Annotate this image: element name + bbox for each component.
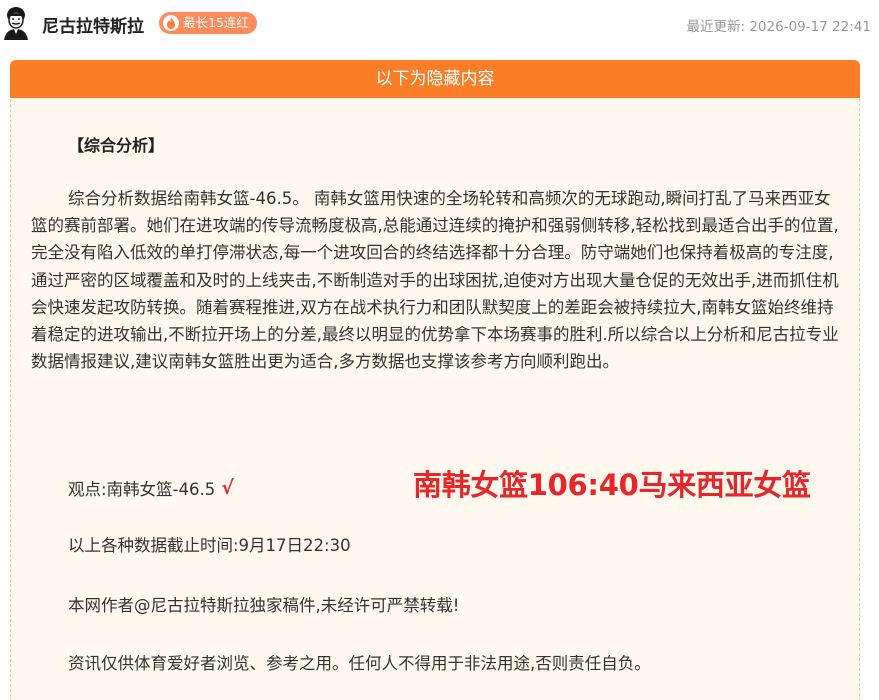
author-name[interactable]: 尼古拉特斯拉 [42, 12, 144, 37]
copyright-notice: 本网作者@尼古拉特斯拉独家稿件,未经许可严禁转载! [68, 596, 460, 615]
data-cutoff-time: 以上各种数据截止时间:9月17日22:30 [68, 536, 351, 555]
avatar-portrait-icon [4, 7, 28, 40]
analysis-paragraph: 综合分析数据给南韩女篮-46.5。 南韩女篮用快速的全场轮转和高频次的无球跑动,… [31, 189, 839, 372]
disclaimer: 资讯仅供体育爱好者浏览、参考之用。任何人不得用于非法用途,否则责任自负。 [68, 654, 651, 673]
author-header: 尼古拉特斯拉 最长15连红 最近更新: 2026-09-17 22:41 [0, 0, 879, 46]
author-avatar[interactable] [0, 4, 32, 40]
check-mark: √ [221, 477, 234, 499]
streak-badge: 最长15连红 [159, 12, 257, 34]
final-score: 南韩女篮106:40马来西亚女篮 [413, 468, 811, 502]
flame-icon [163, 15, 179, 31]
section-title: 【综合分析】 [68, 136, 165, 155]
hidden-content-panel: 以下为隐藏内容 【综合分析】 综合分析数据给南韩女篮-46.5。 南韩女篮用快速… [10, 60, 860, 700]
last-updated: 最近更新: 2026-09-17 22:41 [686, 15, 871, 35]
hidden-content-banner: 以下为隐藏内容 [10, 60, 860, 98]
update-label: 最近更新: [686, 19, 746, 35]
viewpoint-line: 观点:南韩女篮-46.5 √ [68, 476, 234, 500]
streak-badge-label: 最长15连红 [183, 15, 249, 30]
viewpoint-text: 观点:南韩女篮-46.5 [68, 480, 216, 499]
update-time: 2026-09-17 22:41 [749, 19, 871, 35]
